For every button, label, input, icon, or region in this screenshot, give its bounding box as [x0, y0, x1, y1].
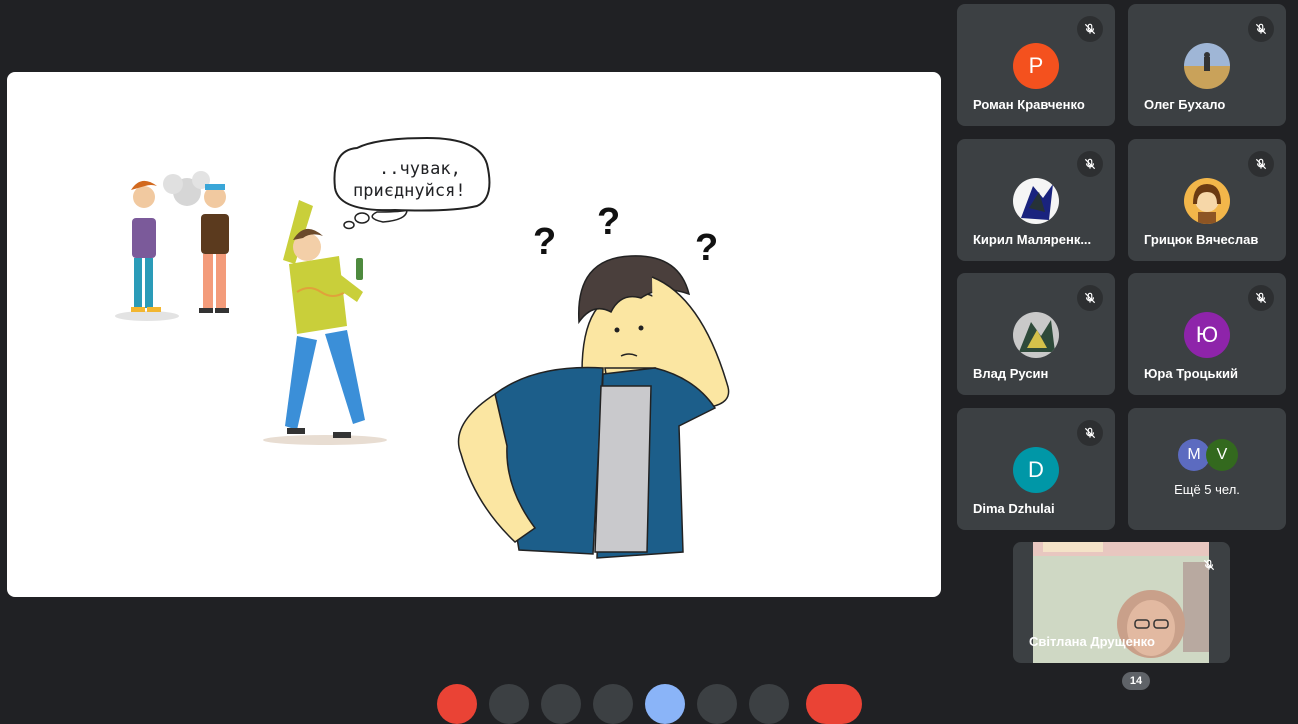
- more-avatars: M V: [1178, 439, 1248, 471]
- participant-name: Грицюк Вячеслав: [1144, 232, 1259, 247]
- speech-line-1: ..чувак,: [379, 159, 461, 179]
- participant-tile[interactable]: D Dima Dzhulai: [957, 408, 1115, 530]
- avatar: [1184, 43, 1230, 89]
- avatar: V: [1206, 439, 1238, 471]
- avatar: Ю: [1184, 312, 1230, 358]
- participant-tile[interactable]: Влад Русин: [957, 273, 1115, 395]
- question-mark-3: ?: [695, 227, 718, 269]
- participant-tile[interactable]: Грицюк Вячеслав: [1128, 139, 1286, 261]
- captions-button[interactable]: [541, 684, 581, 724]
- avatar: D: [1013, 447, 1059, 493]
- more-participants-label: Ещё 5 чел.: [1174, 482, 1240, 497]
- mic-off-icon: [1248, 151, 1274, 177]
- avatar: [1013, 312, 1059, 358]
- question-mark-2: ?: [597, 201, 620, 243]
- avatar: [1013, 178, 1059, 224]
- smoking-teens-illustration: [115, 171, 229, 321]
- self-view-tile[interactable]: Світлана Друщенко: [1013, 542, 1230, 663]
- participant-name: Влад Русин: [973, 366, 1049, 381]
- more-options-button[interactable]: [697, 684, 737, 724]
- slide-illustration: ..чувак, приєднуйся! ? ? ?: [115, 136, 730, 559]
- leave-call-button[interactable]: [806, 684, 862, 724]
- presentation-screen: ..чувак, приєднуйся! ? ? ?: [7, 72, 941, 597]
- camera-toggle-button[interactable]: [489, 684, 529, 724]
- reactions-button[interactable]: [749, 684, 789, 724]
- participant-name: Юра Троцький: [1144, 366, 1238, 381]
- participant-tile[interactable]: P Роман Кравченко: [957, 4, 1115, 126]
- mic-off-icon: [1077, 151, 1103, 177]
- self-view-name: Світлана Друщенко: [1029, 634, 1155, 649]
- mic-off-icon: [1077, 285, 1103, 311]
- participant-name: Кирил Маляренк...: [973, 232, 1092, 247]
- participant-count-badge[interactable]: 14: [1122, 672, 1150, 690]
- mic-off-icon: [1077, 420, 1103, 446]
- speech-line-2: приєднуйся!: [353, 181, 466, 201]
- participant-name: Dima Dzhulai: [973, 501, 1055, 516]
- mic-off-icon: [1077, 16, 1103, 42]
- mic-toggle-button[interactable]: [437, 684, 477, 724]
- question-mark-1: ?: [533, 221, 556, 263]
- present-button[interactable]: [645, 684, 685, 724]
- dancing-guy-illustration: [263, 200, 387, 445]
- participant-tile[interactable]: Ю Юра Троцький: [1128, 273, 1286, 395]
- raise-hand-button[interactable]: [593, 684, 633, 724]
- avatar: P: [1013, 43, 1059, 89]
- confused-guy-illustration: [457, 255, 730, 559]
- mic-off-icon: [1248, 285, 1274, 311]
- avatar: [1184, 178, 1230, 224]
- mic-off-icon: [1202, 558, 1216, 577]
- mic-off-icon: [1248, 16, 1274, 42]
- more-participants-tile[interactable]: M V Ещё 5 чел.: [1128, 408, 1286, 530]
- participant-tile[interactable]: Олег Бухало: [1128, 4, 1286, 126]
- participant-name: Олег Бухало: [1144, 97, 1226, 112]
- speech-bubble: ..чувак, приєднуйся!: [333, 136, 491, 230]
- participant-tile[interactable]: Кирил Маляренк...: [957, 139, 1115, 261]
- participant-name: Роман Кравченко: [973, 97, 1085, 112]
